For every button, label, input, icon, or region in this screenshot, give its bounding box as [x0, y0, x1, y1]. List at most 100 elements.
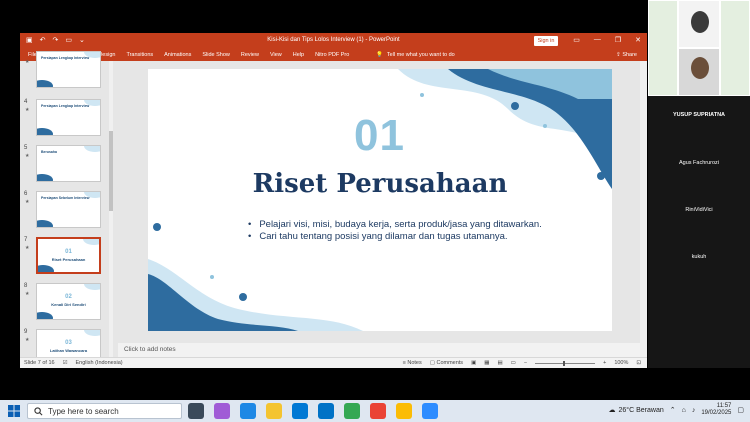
transition-star-icon: ★: [25, 291, 30, 297]
ribbon-tab[interactable]: Nitro PDF Pro: [315, 52, 349, 58]
decor-dot: [153, 223, 161, 231]
store-icon[interactable]: [292, 403, 308, 419]
thumb-decor: [37, 128, 53, 135]
thumb-heading: Kenali Diri Sendiri: [51, 302, 86, 307]
slide-thumbnail-row[interactable]: 4 ★ Persiapan Lengkap Interview: [24, 99, 109, 137]
thumb-number: 02: [65, 294, 72, 300]
slide-canvas[interactable]: 01 Riset Perusahaan Pelajari visi, misi,…: [148, 69, 612, 331]
participant-name[interactable]: kukuh: [648, 254, 750, 260]
slide-thumbnail[interactable]: Berusaha: [36, 145, 101, 182]
minimize-icon[interactable]: —: [594, 36, 601, 44]
weather-label: 26°C Berawan: [618, 406, 664, 414]
chrome-icon[interactable]: [344, 403, 360, 419]
slide-scrollbar[interactable]: [640, 61, 647, 357]
ribbon-tab[interactable]: View: [270, 52, 282, 58]
network-icon[interactable]: ⌂: [682, 407, 686, 414]
thumb-decor: [37, 80, 53, 87]
slide-thumbnail[interactable]: 02 Kenali Diri Sendiri: [36, 283, 101, 320]
chrome-icon[interactable]: [396, 403, 412, 419]
ribbon-options-icon[interactable]: ▭: [573, 36, 580, 44]
slide-thumbnail[interactable]: 01 Riset Perusahaan: [36, 237, 101, 274]
thumb-decor: [37, 174, 53, 181]
normal-view-icon[interactable]: ▣: [471, 360, 476, 366]
ribbon-tab[interactable]: Transitions: [126, 52, 153, 58]
participant-name[interactable]: RiniVidiVici: [648, 207, 750, 213]
participant-name[interactable]: Agus Fachrurozi: [648, 160, 750, 166]
ribbon-tab[interactable]: Help: [293, 52, 304, 58]
slide-number: 7: [24, 237, 28, 243]
sign-in-button[interactable]: Sign in: [534, 36, 558, 46]
zoom-level[interactable]: 100%: [614, 360, 628, 366]
thumbnail-scroll-knob[interactable]: [109, 131, 113, 211]
thumb-decor: [37, 312, 53, 319]
slide-thumbnail[interactable]: Persiapan Lengkap Interview: [36, 99, 101, 136]
file-explorer-icon[interactable]: [266, 403, 282, 419]
slide-thumbnail-row[interactable]: ★ Persiapan Lengkap Interview: [24, 51, 109, 89]
close-icon[interactable]: ✕: [635, 36, 641, 44]
slide-thumbnails-pane: ★ Persiapan Lengkap Interview 4 ★ Persiapan …: [20, 51, 115, 366]
slideshow-view-icon[interactable]: ▭: [511, 360, 516, 366]
slide-thumbnail-row[interactable]: 5 ★ Berusaha: [24, 145, 109, 183]
zoom-slider-knob[interactable]: [563, 360, 566, 366]
slide-count: Slide 7 of 16: [24, 360, 55, 366]
transition-star-icon: ★: [25, 245, 30, 251]
zoom-icon[interactable]: [422, 403, 438, 419]
participant-video[interactable]: [678, 0, 720, 48]
slide-thumbnail[interactable]: Persiapan Sebelum Interview: [36, 191, 101, 228]
restore-icon[interactable]: ❐: [615, 36, 621, 44]
edge-icon[interactable]: [240, 403, 256, 419]
slide-sorter-icon[interactable]: ▦: [484, 360, 489, 366]
ribbon-tab[interactable]: Animations: [164, 52, 191, 58]
language-indicator[interactable]: English (Indonesia): [76, 360, 123, 366]
slide-thumbnail-row[interactable]: 6 ★ Persiapan Sebelum Interview: [24, 191, 109, 229]
search-icon: [34, 407, 43, 416]
taskbar-search[interactable]: Type here to search: [27, 403, 182, 419]
notes-icon: ≡: [402, 360, 406, 366]
slide-thumbnail[interactable]: Persiapan Lengkap Interview: [36, 51, 101, 88]
transition-star-icon: ★: [25, 337, 30, 343]
decor-dot: [210, 275, 214, 279]
comments-button[interactable]: ▢ Comments: [430, 360, 463, 366]
decor-dot: [511, 102, 519, 110]
spellcheck-icon[interactable]: ☑: [63, 360, 68, 366]
slide-decoration: [148, 69, 612, 331]
decor-dot: [420, 93, 424, 97]
copilot-icon[interactable]: [214, 403, 230, 419]
task-view-icon[interactable]: [188, 403, 204, 419]
chrome-icon[interactable]: [370, 403, 386, 419]
slide-number: 9: [24, 329, 28, 335]
transition-star-icon: ★: [25, 59, 30, 65]
reading-view-icon[interactable]: ▤: [497, 360, 502, 366]
slide-number: 8: [24, 283, 28, 289]
chevron-up-icon[interactable]: ⌃: [670, 406, 676, 414]
share-button[interactable]: ⇪ Share: [616, 52, 637, 58]
thumb-number: 01: [65, 249, 72, 255]
notes-label: Notes: [407, 360, 422, 366]
tell-me-search[interactable]: 💡 Tell me what you want to do: [376, 52, 455, 58]
status-bar: Slide 7 of 16 ☑ English (Indonesia) ≡ No…: [20, 357, 647, 368]
clock-time: 11:57: [716, 403, 732, 409]
mail-icon[interactable]: [318, 403, 334, 419]
volume-icon[interactable]: ♪: [692, 407, 696, 414]
clock[interactable]: 11:57 19/02/2025: [701, 403, 731, 417]
zoom-out-icon[interactable]: −: [524, 360, 527, 366]
fit-slide-icon[interactable]: ⊡: [636, 360, 641, 366]
notification-icon[interactable]: ▢: [737, 406, 744, 414]
avatar: [691, 11, 709, 33]
meeting-panel: YUSUP SUPRIATNA Agus Fachrurozi RiniVidi…: [648, 0, 750, 368]
comments-label: Comments: [436, 360, 464, 366]
participant-video[interactable]: [678, 48, 720, 96]
participant-name[interactable]: YUSUP SUPRIATNA: [648, 112, 750, 118]
ribbon-tab[interactable]: Review: [241, 52, 259, 58]
windows-start-icon[interactable]: [8, 405, 20, 417]
notes-pane[interactable]: Click to add notes: [118, 343, 640, 357]
ribbon-tab[interactable]: Slide Show: [202, 52, 230, 58]
zoom-slider[interactable]: [535, 360, 596, 366]
slide-thumbnail-row[interactable]: 8 ★ 02 Kenali Diri Sendiri: [24, 283, 109, 321]
taskbar: Type here to search ☁ 26°C Berawan ⌃ ⌂ ♪…: [0, 400, 750, 422]
thumbnail-scrollbar[interactable]: [109, 61, 113, 357]
zoom-in-icon[interactable]: +: [603, 360, 606, 366]
weather-widget[interactable]: ☁ 26°C Berawan: [609, 406, 664, 415]
notes-button[interactable]: ≡ Notes: [403, 360, 422, 366]
slide-thumbnail-row[interactable]: 7 ★ 01 Riset Perusahaan: [24, 237, 109, 275]
